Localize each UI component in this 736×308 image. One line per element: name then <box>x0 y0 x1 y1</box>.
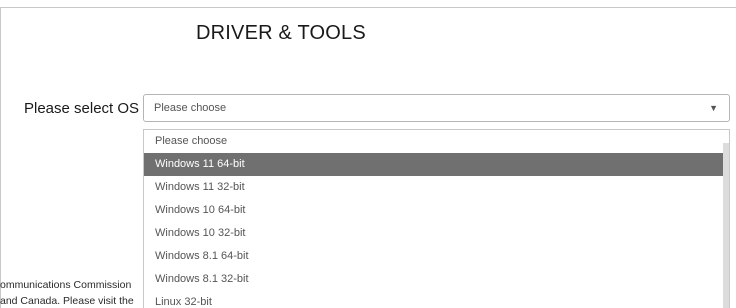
os-select-value: Please choose <box>154 102 227 114</box>
footer-text-line-1: ommunications Commission <box>0 279 132 291</box>
os-option-windows-10-32[interactable]: Windows 10 32-bit <box>144 222 724 245</box>
os-option-windows-8-1-32[interactable]: Windows 8.1 32-bit <box>144 268 724 291</box>
dropdown-arrow-icon[interactable]: ▼ <box>709 103 718 113</box>
frame-top-border <box>0 7 736 8</box>
frame-left-border <box>0 7 1 308</box>
os-option-windows-11-32[interactable]: Windows 11 32-bit <box>144 176 724 199</box>
os-option-windows-11-64[interactable]: Windows 11 64-bit <box>144 153 724 176</box>
page-title: DRIVER & TOOLS <box>196 22 366 44</box>
footer-text-line-2: and Canada. Please visit the <box>0 295 134 307</box>
os-option-windows-10-64[interactable]: Windows 10 64-bit <box>144 199 724 222</box>
os-dropdown-list: Please choose Windows 11 64-bit Windows … <box>143 129 730 308</box>
os-select-label: Please select OS <box>24 100 140 117</box>
os-option-please-choose[interactable]: Please choose <box>144 130 724 153</box>
driver-tools-page: DRIVER & TOOLS Please select OS Please c… <box>0 0 736 308</box>
os-option-windows-8-1-64[interactable]: Windows 8.1 64-bit <box>144 245 724 268</box>
dropdown-scrollbar[interactable] <box>723 143 729 308</box>
os-option-linux-32[interactable]: Linux 32-bit <box>144 291 724 308</box>
os-select[interactable]: Please choose ▼ <box>143 94 730 122</box>
